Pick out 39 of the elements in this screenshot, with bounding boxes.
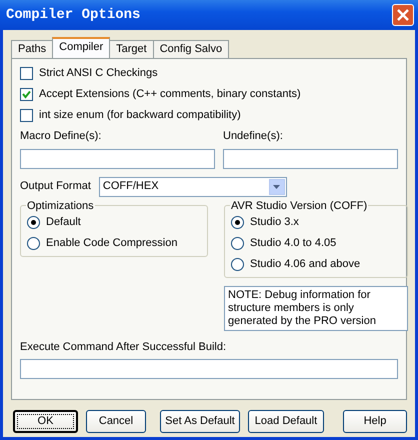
tab[interactable]: Config Salvo [152, 40, 230, 58]
text-field[interactable] [20, 359, 398, 379]
radio-button[interactable] [27, 216, 40, 228]
checkbox-label: Strict ANSI C Checkings [39, 66, 158, 82]
radio-button[interactable] [231, 216, 244, 228]
checkbox[interactable] [20, 109, 33, 122]
radio-label: Default [46, 214, 81, 230]
caret-icon [273, 184, 280, 188]
radio-label: Studio 3.x [250, 214, 299, 230]
close-button[interactable] [392, 4, 414, 26]
radio-label: Studio 4.06 and above [250, 256, 360, 272]
dialog-button[interactable]: Cancel [86, 410, 146, 433]
checkbox-label: Accept Extensions (C++ comments, binary constants) [39, 87, 301, 102]
tab[interactable]: Paths [11, 40, 54, 58]
checkbox[interactable] [20, 67, 33, 80]
field-label: Macro Define(s): [20, 129, 102, 144]
dialog-button[interactable]: Set As Default [160, 410, 240, 433]
radio-label: Studio 4.0 to 4.05 [250, 236, 336, 251]
dropdown-value: COFF/HEX [102, 179, 159, 194]
dialog-button[interactable]: Help [343, 410, 407, 433]
close-icon [397, 9, 409, 21]
radio-label: Enable Code Compression [46, 236, 178, 251]
dialog-button[interactable]: OK [13, 410, 78, 433]
checkbox[interactable] [20, 88, 33, 101]
radio-button[interactable] [27, 236, 40, 250]
tab[interactable]: Compiler [52, 37, 110, 58]
text-field[interactable] [223, 148, 398, 168]
radio-button[interactable] [231, 258, 244, 270]
text-field[interactable] [20, 148, 215, 168]
tab[interactable]: Target [109, 40, 154, 58]
field-label: Output Format [20, 179, 91, 194]
dialog-button[interactable]: Load Default [248, 410, 324, 433]
checkbox-label: int size enum (for backward compatibility) [39, 108, 241, 124]
dropdown[interactable]: COFF/HEX [98, 176, 287, 196]
note-text: NOTE: Debug information for structure members is only generated by the PRO version [224, 286, 408, 330]
field-label: Undefine(s): [223, 129, 284, 144]
radio-button[interactable] [231, 236, 244, 250]
field-label: Execute Command After Successful Build: [20, 340, 228, 354]
window-title: Compiler Options [6, 6, 140, 24]
